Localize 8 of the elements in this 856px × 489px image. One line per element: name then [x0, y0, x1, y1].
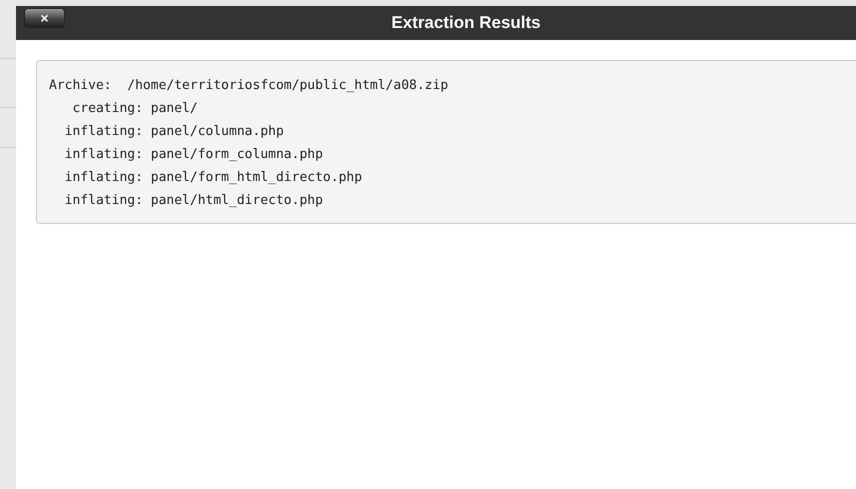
output-line: inflating: panel/html_directo.php — [64, 192, 324, 210]
close-button[interactable]: × — [24, 8, 65, 28]
output-line: Archive: /home/territoriosfcom/public_html/a08.zip — [49, 77, 450, 95]
output-line: inflating: panel/form_html_directo.php — [64, 169, 364, 187]
dialog-title: Extraction Results — [391, 12, 541, 34]
output-line: inflating: panel/form_columna.php — [64, 146, 324, 164]
output-line: creating: panel/ — [71, 100, 199, 118]
output-line: inflating: panel/columna.php — [64, 123, 285, 141]
